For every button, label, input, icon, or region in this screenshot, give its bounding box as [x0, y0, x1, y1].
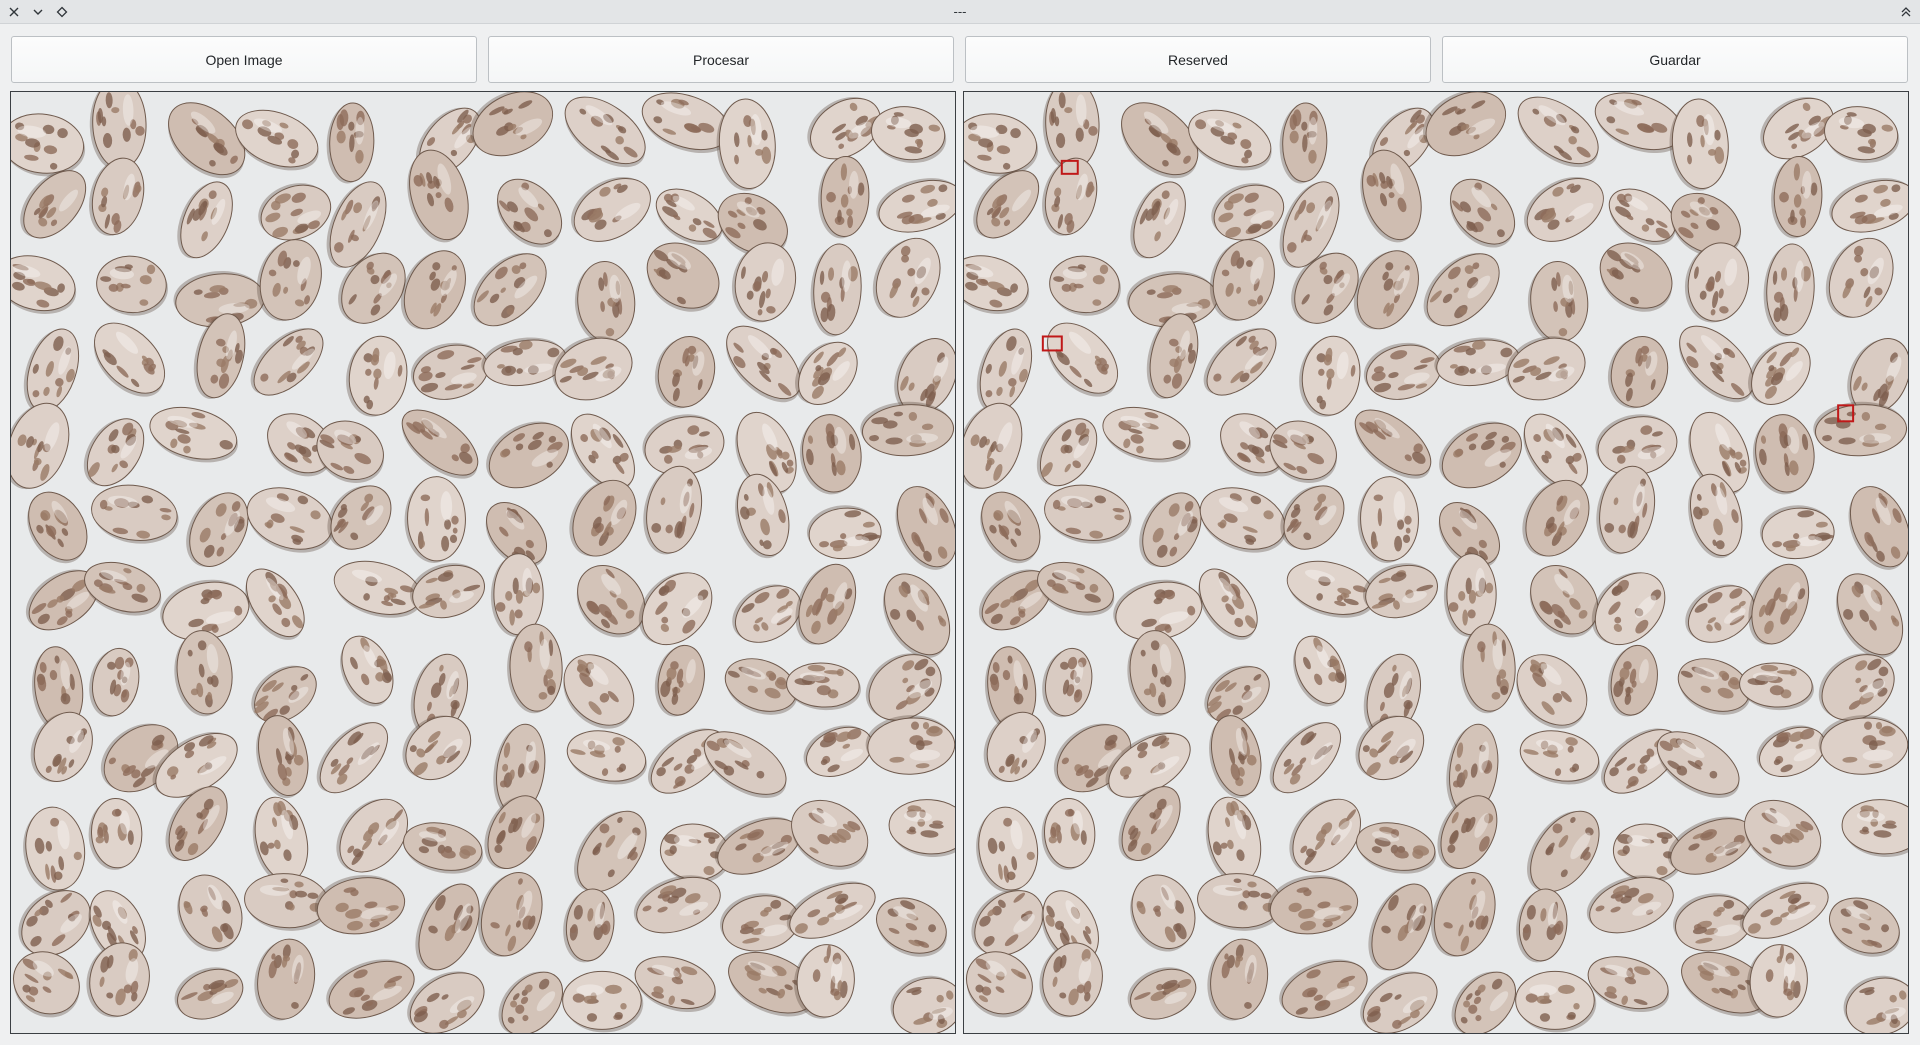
toolbar: Open Image Procesar Reserved Guardar	[11, 36, 1909, 84]
beans-image-processed	[964, 92, 1908, 1033]
window-title: ---	[953, 4, 967, 19]
save-button[interactable]: Guardar	[1442, 36, 1908, 83]
beans-image-original	[11, 92, 955, 1033]
open-image-button[interactable]: Open Image	[11, 36, 477, 83]
processed-image-panel	[963, 91, 1909, 1034]
title-bar: ---	[0, 0, 1920, 24]
collapse-icon[interactable]	[1896, 2, 1916, 22]
process-button[interactable]: Procesar	[488, 36, 954, 83]
original-image-panel	[10, 91, 956, 1034]
reserved-button[interactable]: Reserved	[965, 36, 1431, 83]
